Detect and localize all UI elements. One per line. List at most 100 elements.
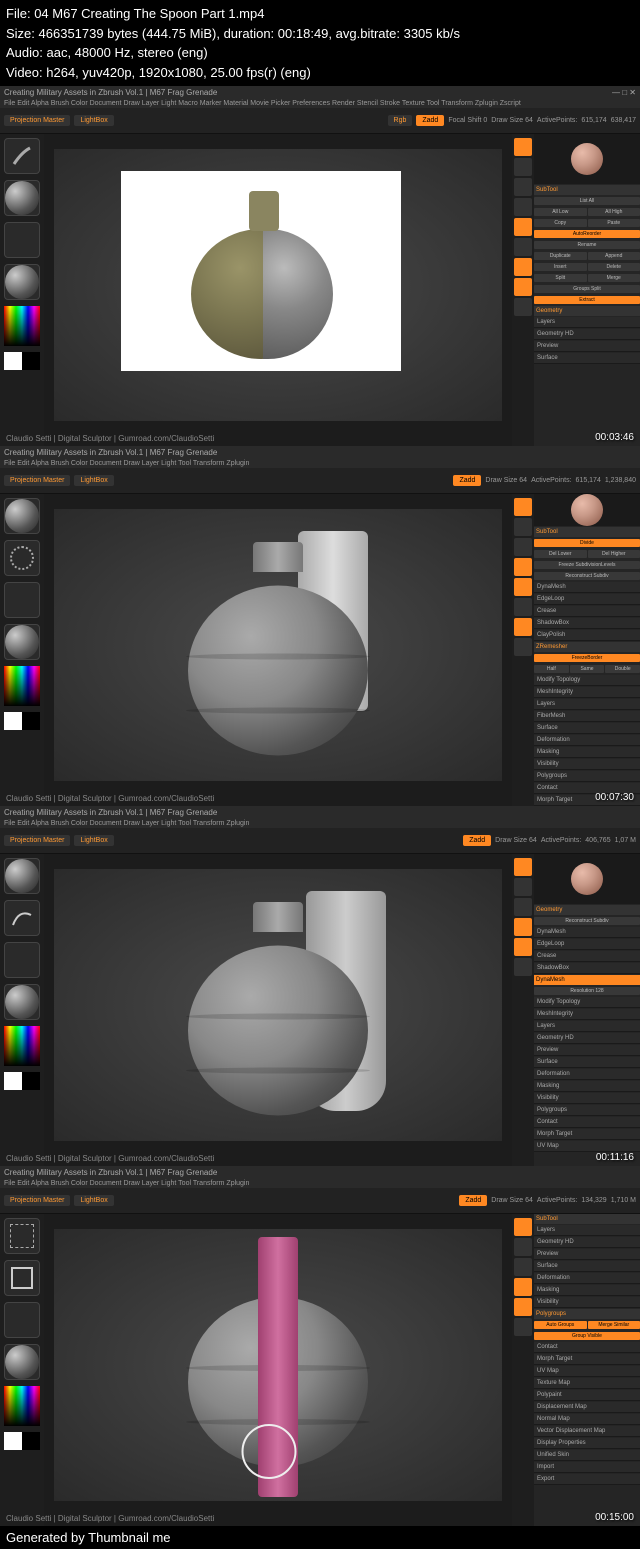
dynamesh-header[interactable]: DynaMesh	[534, 975, 640, 985]
freeze-subdiv-button[interactable]: Freeze SubdivisionLevels	[534, 561, 640, 569]
app-menubar[interactable]: File Edit Alpha Brush Color Document Dra…	[0, 99, 640, 108]
top-toolbar[interactable]: Projection Master LightBox Zadd Draw Siz…	[0, 828, 640, 854]
color-picker[interactable]	[4, 306, 40, 346]
rotate-icon[interactable]	[514, 198, 532, 216]
viewport-canvas[interactable]	[44, 854, 512, 1166]
top-toolbar[interactable]: Projection Master LightBox Zadd Draw Siz…	[0, 1188, 640, 1214]
swatch-white[interactable]	[4, 352, 22, 370]
divide-button[interactable]: Divide	[534, 539, 640, 547]
right-action-strip[interactable]	[512, 1214, 534, 1526]
crease-section[interactable]: Crease	[534, 951, 640, 962]
alpha-icon[interactable]	[4, 222, 40, 258]
focal-shift[interactable]: Focal Shift 0	[448, 117, 487, 124]
right-action-strip[interactable]	[512, 494, 534, 806]
preview-section[interactable]: Preview	[534, 341, 640, 352]
append-button[interactable]: Append	[588, 252, 640, 260]
lightbox-button[interactable]: LightBox	[74, 115, 113, 126]
modify-topology-section[interactable]: Modify Topology	[534, 675, 640, 686]
duplicate-button[interactable]: Duplicate	[534, 252, 587, 260]
zadd-button[interactable]: Zadd	[416, 115, 444, 126]
projection-master-button[interactable]: Projection Master	[4, 115, 70, 126]
list-all-button[interactable]: List All	[534, 197, 640, 205]
brush-icon[interactable]	[4, 138, 40, 174]
draw-size[interactable]: Draw Size 64	[491, 117, 533, 124]
tool-panel[interactable]: SubTool Layers Geometry HD Preview Surfa…	[534, 1214, 640, 1526]
dynamesh-section[interactable]: DynaMesh	[534, 582, 640, 593]
all-high-button[interactable]: All High	[588, 208, 640, 216]
autoreorder-button[interactable]: AutoReorder	[534, 230, 640, 238]
rgb-button[interactable]: Rgb	[388, 115, 413, 126]
extract-button[interactable]: Extract	[534, 296, 640, 304]
all-low-button[interactable]: All Low	[534, 208, 587, 216]
mesh-integrity-section[interactable]: MeshIntegrity	[534, 1009, 640, 1020]
delete-button[interactable]: Delete	[588, 263, 640, 271]
persp-icon[interactable]	[514, 218, 532, 236]
brush-icon[interactable]	[4, 498, 40, 534]
frame-icon[interactable]	[514, 138, 532, 156]
tool-panel[interactable]: SubTool Divide Del LowerDel Higher Freez…	[534, 494, 640, 806]
stroke-icon[interactable]	[4, 180, 40, 216]
viewport-canvas[interactable]	[44, 134, 512, 446]
groups-button[interactable]: Groups Split	[534, 285, 640, 293]
curve-stroke-icon[interactable]	[4, 900, 40, 936]
square-stroke-icon[interactable]	[4, 1260, 40, 1296]
move-icon[interactable]	[514, 158, 532, 176]
viewport-canvas[interactable]	[44, 1214, 512, 1526]
alpha-icon[interactable]	[4, 582, 40, 618]
right-action-strip[interactable]	[512, 134, 534, 446]
rename-button[interactable]: Rename	[534, 241, 640, 249]
edgeloop-section[interactable]: EdgeLoop	[534, 594, 640, 605]
tool-panel[interactable]: Geometry Reconstruct Subdiv DynaMesh Edg…	[534, 854, 640, 1166]
alpha-icon[interactable]	[4, 942, 40, 978]
swatch-black[interactable]	[22, 352, 40, 370]
split-button[interactable]: Split	[534, 274, 587, 282]
color-picker[interactable]	[4, 1386, 40, 1426]
color-picker[interactable]	[4, 1026, 40, 1066]
stroke-dots-icon[interactable]	[4, 540, 40, 576]
left-tool-tray[interactable]	[0, 854, 44, 1166]
mesh-integrity-section[interactable]: MeshIntegrity	[534, 687, 640, 698]
copy-button[interactable]: Copy	[534, 219, 587, 227]
claypolish-section[interactable]: ClayPolish	[534, 630, 640, 641]
shadowbox-section[interactable]: ShadowBox	[534, 618, 640, 629]
shadowbox-section[interactable]: ShadowBox	[534, 963, 640, 974]
modify-topology-section[interactable]: Modify Topology	[534, 997, 640, 1008]
subtool-header[interactable]: SubTool	[534, 185, 640, 195]
material-sphere-icon[interactable]	[4, 264, 40, 300]
material-sphere-icon[interactable]	[4, 984, 40, 1020]
del-lower-button[interactable]: Del Lower	[534, 550, 587, 558]
reconstruct-button[interactable]: Reconstruct Subdiv	[534, 572, 640, 580]
top-toolbar[interactable]: Projection Master LightBox Rgb Zadd Foca…	[0, 108, 640, 134]
top-toolbar[interactable]: Projection Master LightBox Zadd Draw Siz…	[0, 468, 640, 494]
surface-section[interactable]: Surface	[534, 353, 640, 364]
dynamesh-section[interactable]: DynaMesh	[534, 927, 640, 938]
color-swatches[interactable]	[4, 352, 40, 370]
material-sphere-icon[interactable]	[4, 624, 40, 660]
xyz-icon[interactable]	[514, 278, 532, 296]
crease-section[interactable]: Crease	[534, 606, 640, 617]
scale-icon[interactable]	[514, 178, 532, 196]
zremesher-header[interactable]: ZRemesher	[534, 642, 640, 652]
alpha-icon[interactable]	[4, 1302, 40, 1338]
merge-button[interactable]: Merge	[588, 274, 640, 282]
left-tool-tray[interactable]	[0, 494, 44, 806]
transp-icon[interactable]	[514, 298, 532, 316]
selection-icon[interactable]	[4, 1218, 40, 1254]
left-tool-tray[interactable]	[0, 1214, 44, 1526]
color-picker[interactable]	[4, 666, 40, 706]
del-higher-button[interactable]: Del Higher	[588, 550, 640, 558]
edgeloop-section[interactable]: EdgeLoop	[534, 939, 640, 950]
layers-section[interactable]: Layers	[534, 317, 640, 328]
left-tool-tray[interactable]	[0, 134, 44, 446]
insert-button[interactable]: Insert	[534, 263, 587, 271]
right-action-strip[interactable]	[512, 854, 534, 1166]
paste-button[interactable]: Paste	[588, 219, 640, 227]
viewport-canvas[interactable]	[44, 494, 512, 806]
polygroups-header[interactable]: Polygroups	[534, 1309, 640, 1319]
tool-panel[interactable]: SubTool List All All LowAll High CopyPas…	[534, 134, 640, 446]
material-sphere-icon[interactable]	[4, 1344, 40, 1380]
floor-icon[interactable]	[514, 238, 532, 256]
local-icon[interactable]	[514, 258, 532, 276]
geometry-hd-section[interactable]: Geometry HD	[534, 329, 640, 340]
geometry-header[interactable]: Geometry	[534, 306, 640, 316]
